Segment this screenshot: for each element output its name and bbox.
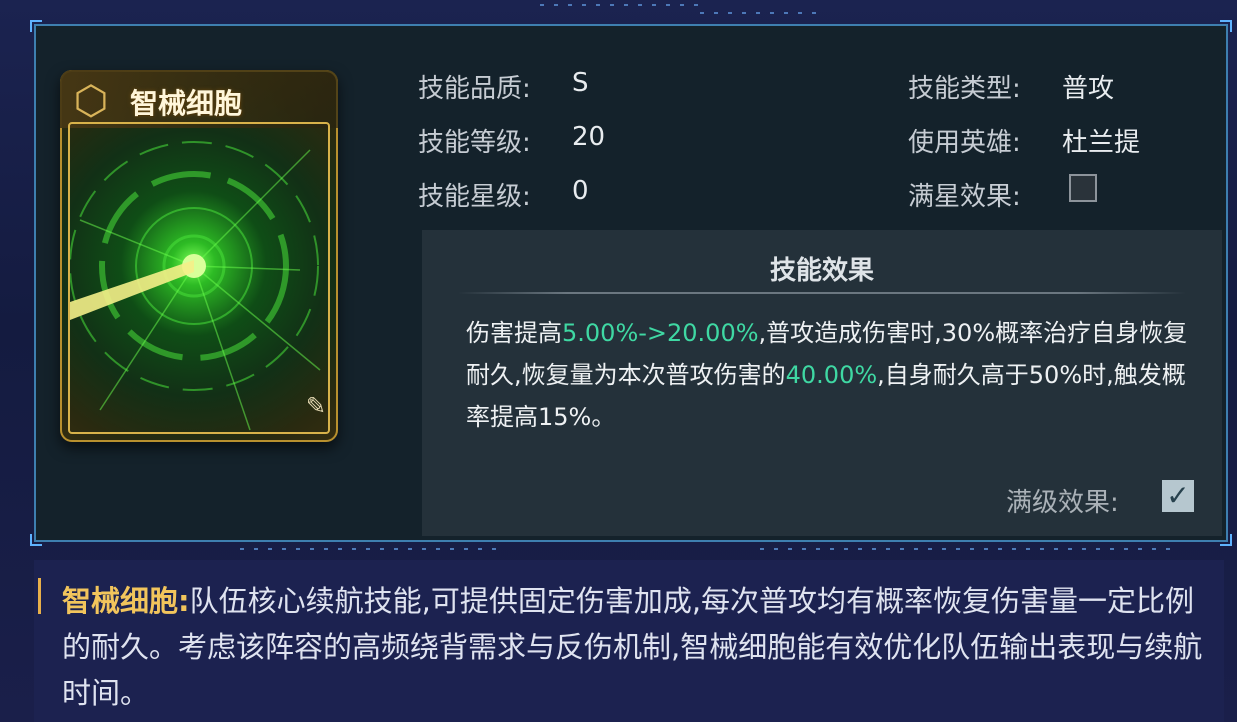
effect-highlight: 40.00%: [785, 361, 878, 389]
summary-skill-name: 智械细胞:: [62, 584, 190, 618]
full-star-label: 满星效果:: [908, 182, 1021, 212]
max-level-checkbox[interactable]: ✓: [1162, 480, 1194, 512]
pen-icon[interactable]: ✎: [306, 392, 326, 420]
hero-value: 杜兰提: [1062, 128, 1141, 158]
check-icon: ✓: [1166, 479, 1190, 512]
skill-emblem-icon: ⬡: [73, 78, 109, 124]
hero-label: 使用英雄:: [908, 128, 1021, 158]
top-decoration: [700, 12, 820, 14]
divider-decoration: [240, 548, 500, 550]
skill-summary: 智械细胞:队伍核心续航技能,可提供固定伤害加成,每次普攻均有概率恢复伤害量一定比…: [34, 560, 1224, 722]
accent-bar: [38, 578, 41, 614]
effect-title: 技能效果: [769, 256, 874, 286]
card-frame: [68, 122, 330, 434]
effect-text-part: 伤害提高: [466, 319, 562, 347]
effect-highlight: 5.00%->20.00%: [562, 319, 759, 347]
skill-card[interactable]: ⬡ 智械细胞 ✎: [60, 70, 338, 442]
effect-description: 伤害提高5.00%->20.00%,普攻造成伤害时,30%概率治疗自身恢复耐久,…: [466, 312, 1196, 438]
card-title: 智械细胞: [130, 87, 243, 120]
skill-effect-box: 技能效果 伤害提高5.00%->20.00%,普攻造成伤害时,30%概率治疗自身…: [422, 230, 1222, 536]
top-decoration: [540, 4, 700, 6]
corner-decoration: [30, 20, 42, 32]
max-level-label: 满级效果:: [1006, 488, 1119, 518]
star-value: 0: [572, 176, 589, 206]
divider-decoration: [760, 548, 1180, 550]
level-label: 技能等级:: [418, 128, 531, 158]
summary-text: 智械细胞:队伍核心续航技能,可提供固定伤害加成,每次普攻均有概率恢复伤害量一定比…: [62, 578, 1212, 716]
summary-body: 队伍核心续航技能,可提供固定伤害加成,每次普攻均有概率恢复伤害量一定比例的耐久。…: [62, 584, 1203, 710]
quality-label: 技能品质:: [418, 74, 531, 104]
star-label: 技能星级:: [418, 182, 531, 212]
type-label: 技能类型:: [908, 74, 1021, 104]
corner-decoration: [30, 534, 42, 546]
effect-divider: [458, 292, 1186, 294]
type-value: 普攻: [1062, 74, 1115, 104]
full-star-checkbox[interactable]: [1069, 174, 1097, 202]
corner-decoration: [1220, 20, 1232, 32]
level-value: 20: [572, 122, 606, 152]
skill-detail-panel: ⬡ 智械细胞 ✎ 技能品质: S 技能等级: 20 技能星级: 0 技能类型: …: [30, 20, 1232, 546]
quality-value: S: [572, 68, 589, 98]
